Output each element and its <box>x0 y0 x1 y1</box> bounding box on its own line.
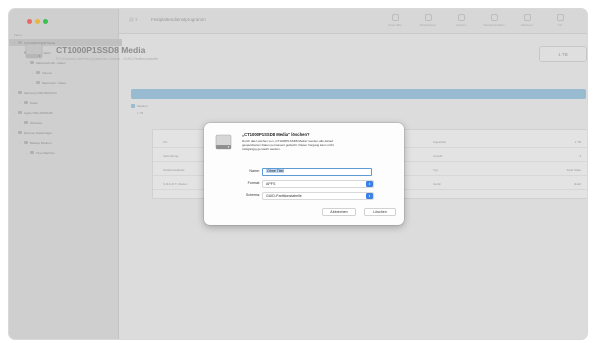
format-label: Format: <box>247 181 260 185</box>
cancel-button[interactable]: Abbrechen <box>322 208 356 216</box>
format-select[interactable]: APFS ⇕ <box>262 180 374 188</box>
erase-button[interactable]: Löschen <box>364 208 396 216</box>
drive-icon <box>215 134 232 150</box>
name-input[interactable]: Ohne Titel <box>262 168 372 176</box>
scheme-select[interactable]: GUID-Partitionstabelle ⇕ <box>262 192 374 200</box>
dialog-title: „CT1000P1SSD8 Media" löschen? <box>242 132 310 137</box>
screen: Intern ›CT1000P1SSD8 Media›Container dis… <box>0 0 598 343</box>
erase-dialog: „CT1000P1SSD8 Media" löschen? Durch das … <box>204 123 404 225</box>
scheme-label: Schema: <box>245 193 260 197</box>
name-input-value: Ohne Titel <box>266 169 285 173</box>
scheme-value: GUID-Partitionstabelle <box>266 194 302 198</box>
chevron-updown-icon: ⇕ <box>366 193 373 199</box>
name-label: Name: <box>249 169 260 173</box>
dialog-message: Durch das Löschen von „CT1000P1SSD8 Medi… <box>242 139 397 151</box>
chevron-updown-icon: ⇕ <box>366 181 373 187</box>
dialog-message-line: rückgängig gemacht werden. <box>242 147 281 151</box>
format-value: APFS <box>266 182 276 186</box>
